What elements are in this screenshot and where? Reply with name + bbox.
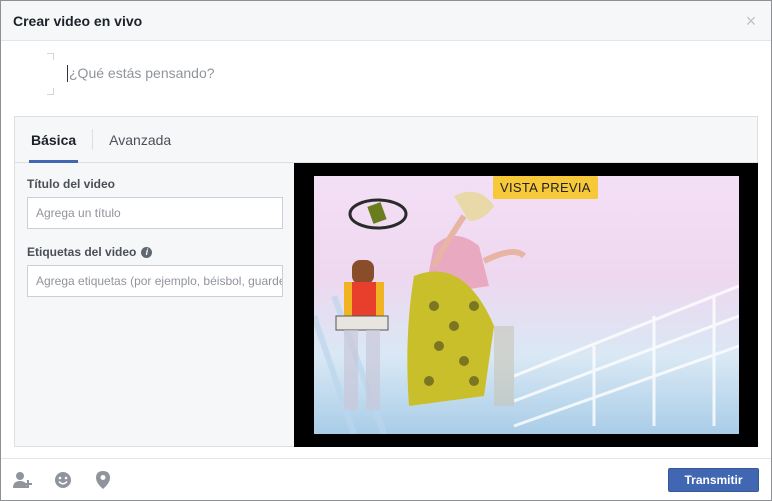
- composer: ¿Qué estás pensando?: [1, 41, 771, 116]
- title-label-text: Título del video: [27, 177, 116, 191]
- tags-label-text: Etiquetas del video: [27, 245, 137, 259]
- video-preview: VISTA PREVIA: [294, 163, 758, 447]
- tags-label: Etiquetas del video i: [27, 245, 281, 259]
- tab-basic[interactable]: Básica: [15, 117, 92, 163]
- feeling-icon[interactable]: [53, 470, 73, 490]
- video-tags-input[interactable]: Agrega etiquetas (por ejemplo, béisbol, …: [27, 265, 283, 297]
- title-label: Título del video: [27, 177, 281, 191]
- preview-frame: VISTA PREVIA: [314, 176, 739, 434]
- basic-form: Título del video Agrega un título Etique…: [15, 163, 293, 447]
- status-input[interactable]: ¿Qué estás pensando?: [67, 65, 215, 82]
- dialog-header: Crear video en vivo ×: [1, 1, 771, 41]
- location-icon[interactable]: [93, 470, 113, 490]
- transmit-button[interactable]: Transmitir: [668, 467, 759, 492]
- preview-badge: VISTA PREVIA: [493, 176, 598, 199]
- tab-bar: Básica Avanzada: [15, 117, 757, 163]
- settings-panel: Básica Avanzada Título del video Agrega …: [14, 116, 758, 447]
- dialog-title: Crear video en vivo: [13, 12, 143, 29]
- video-title-input[interactable]: Agrega un título: [27, 197, 283, 229]
- tag-people-icon[interactable]: [13, 470, 33, 490]
- info-icon[interactable]: i: [141, 246, 153, 258]
- close-icon[interactable]: ×: [743, 12, 759, 30]
- tab-advanced[interactable]: Avanzada: [93, 117, 187, 162]
- live-video-dialog: Crear video en vivo × ¿Qué estás pensand…: [0, 0, 772, 501]
- dialog-footer: Transmitir: [1, 458, 771, 500]
- preview-image: [314, 191, 739, 434]
- avatar: [25, 53, 55, 95]
